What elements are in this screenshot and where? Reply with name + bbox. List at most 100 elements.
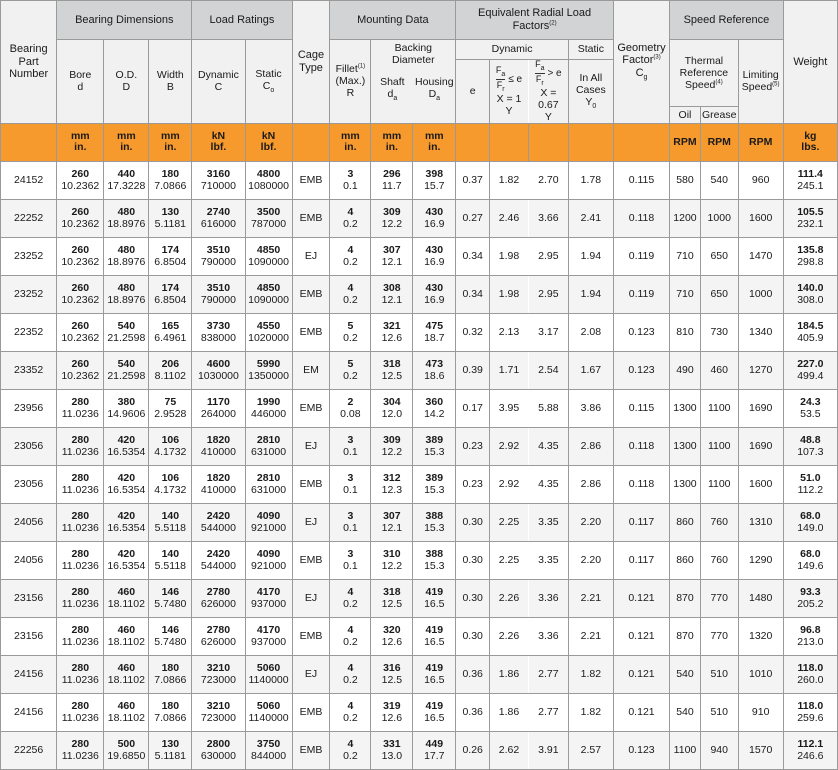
cell-cage-type: EMB (291, 388, 331, 428)
cell-fillet: 3 0.1 (329, 426, 372, 466)
cell-dynamic-rating: 1820 410000 (191, 426, 246, 466)
cell-dynamic-rating: 4600 1030000 (191, 350, 246, 390)
cell-limiting-speed: 910 (737, 692, 784, 732)
units-row: mm in. mm in. mm in. kN lbf. kN lbf. mm in. mm… (0, 122, 838, 162)
table-row: 22256 280 11.0236 500 19.6850 130 5.1181 2800 63… (0, 730, 838, 770)
cell-geometry-factor: 0.118 (612, 464, 671, 504)
cell-limiting-speed: 1480 (737, 578, 784, 618)
cell-limiting-speed: 1010 (737, 654, 784, 694)
cell-limiting-speed: 1310 (737, 502, 784, 542)
cell-y-le-e: 2.62 (489, 730, 529, 770)
cell-y0: 1.94 (567, 236, 614, 276)
cell-shaft: 307 12.1 (370, 236, 414, 276)
cell-housing: 430 16.9 (412, 236, 457, 276)
cell-bore: 260 10.2362 (56, 274, 105, 314)
cell-fillet: 3 0.1 (329, 160, 372, 200)
cell-y-gt-e: 2.77 (528, 692, 569, 732)
cell-dynamic-rating: 2780 626000 (191, 578, 246, 618)
cell-width: 180 7.0866 (148, 160, 193, 200)
cell-e: 0.23 (455, 464, 491, 504)
cell-y0: 2.20 (567, 540, 614, 580)
header-y-le-e: Fa Fr ≤ e X = 1Y (489, 59, 529, 124)
cell-od: 480 18.8976 (103, 198, 150, 238)
unit-y2 (527, 122, 569, 162)
cell-e: 0.23 (455, 426, 491, 466)
cell-static-rating: 4090 921000 (244, 540, 293, 580)
cell-y0: 2.21 (567, 578, 614, 618)
cell-od: 460 18.1102 (103, 692, 150, 732)
cell-fillet: 3 0.1 (329, 502, 372, 542)
cell-static-rating: 1990 446000 (244, 388, 293, 428)
cell-housing: 419 16.5 (412, 692, 457, 732)
header-grease: Grease (699, 105, 739, 124)
cell-bore: 260 10.2362 (56, 198, 105, 238)
cell-static-rating: 5060 1140000 (244, 654, 293, 694)
cell-dynamic-rating: 3510 790000 (191, 236, 246, 276)
cell-part-number: 24056 (0, 540, 58, 580)
cell-fillet: 4 0.2 (329, 198, 372, 238)
cell-y-le-e: 1.86 (489, 654, 529, 694)
cell-grease-speed: 650 (699, 274, 739, 314)
cell-part-number: 23056 (0, 426, 58, 466)
cell-cage-type: EJ (291, 578, 331, 618)
cell-od: 420 16.5354 (103, 502, 150, 542)
table-row: 22352 260 10.2362 540 21.2598 165 6.4961 3730 83… (0, 312, 838, 352)
cell-static-rating: 5060 1140000 (244, 692, 293, 732)
cell-part-number: 23956 (0, 388, 58, 428)
cell-y0: 2.08 (567, 312, 614, 352)
header-speed-reference: Speed Reference (669, 0, 784, 40)
header-backing-diameter: Backing Diameter Shaft da Housing Da (370, 39, 457, 124)
cell-e: 0.36 (455, 692, 491, 732)
table-row: 23156 280 11.0236 460 18.1102 146 5.7480 2780 62… (0, 578, 838, 618)
cell-housing: 388 15.3 (412, 540, 457, 580)
cell-cage-type: EMB (291, 540, 331, 580)
unit-part (0, 122, 58, 162)
cell-width: 106 4.1732 (148, 426, 193, 466)
cell-oil-speed: 1300 (669, 426, 701, 466)
cell-bore: 280 11.0236 (56, 578, 105, 618)
cell-grease-speed: 650 (699, 236, 739, 276)
cell-y-le-e: 3.95 (489, 388, 529, 428)
cell-y-le-e: 2.92 (489, 464, 529, 504)
cell-weight: 184.5 405.9 (782, 312, 838, 352)
table-row: 22252 260 10.2362 480 18.8976 130 5.1181 2740 61… (0, 198, 838, 238)
unit-bore: mm in. (56, 122, 105, 162)
cell-static-rating: 4170 937000 (244, 616, 293, 656)
header-dynamic-rating: Dynamic C (191, 39, 246, 124)
unit-weight: kg lbs. (782, 122, 838, 162)
cell-housing: 430 16.9 (412, 274, 457, 314)
cell-y0: 1.67 (567, 350, 614, 390)
cell-static-rating: 4170 937000 (244, 578, 293, 618)
cell-oil-speed: 710 (669, 236, 701, 276)
cell-fillet: 3 0.1 (329, 540, 372, 580)
cell-part-number: 23156 (0, 616, 58, 656)
cell-bore: 260 10.2362 (56, 160, 105, 200)
cell-y-le-e: 2.13 (489, 312, 529, 352)
cell-width: 165 6.4961 (148, 312, 193, 352)
cell-geometry-factor: 0.123 (612, 730, 671, 770)
table-row: 23956 280 11.0236 380 14.9606 75 2.9528 1170 264… (0, 388, 838, 428)
cell-width: 130 5.1181 (148, 198, 193, 238)
cell-fillet: 4 0.2 (329, 578, 372, 618)
cell-limiting-speed: 1000 (737, 274, 784, 314)
cell-weight: 51.0 112.2 (782, 464, 838, 504)
cell-shaft: 309 12.2 (370, 198, 414, 238)
cell-y0: 1.82 (567, 692, 614, 732)
cell-grease-speed: 730 (699, 312, 739, 352)
table-row: 23056 280 11.0236 420 16.5354 106 4.1732 1820 41… (0, 426, 838, 466)
cell-od: 460 18.1102 (103, 654, 150, 694)
cell-part-number: 24056 (0, 502, 58, 542)
cell-shaft: 308 12.1 (370, 274, 414, 314)
cell-fillet: 4 0.2 (329, 274, 372, 314)
cell-dynamic-rating: 1170 264000 (191, 388, 246, 428)
cell-grease-speed: 940 (699, 730, 739, 770)
unit-oil: RPM (669, 122, 701, 162)
cell-limiting-speed: 1270 (737, 350, 784, 390)
cell-width: 146 5.7480 (148, 578, 193, 618)
cell-weight: 135.8 298.8 (782, 236, 838, 276)
cell-weight: 112.1 246.6 (782, 730, 838, 770)
cell-bore: 280 11.0236 (56, 502, 105, 542)
cell-cage-type: EMB (291, 312, 331, 352)
header-load-ratings: Load Ratings (191, 0, 293, 40)
bearing-spec-table: Bearing Part Number Bearing Dimensions L… (0, 0, 838, 770)
